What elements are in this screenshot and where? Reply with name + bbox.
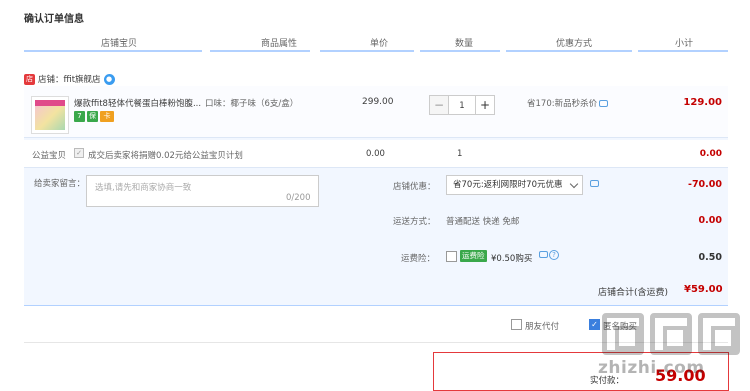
coupon-label: 店铺优惠： xyxy=(393,182,436,192)
friend-pay-checkbox[interactable] xyxy=(511,319,522,330)
charity-label: 公益宝贝 xyxy=(32,151,67,161)
column-header-subtotal: 小计 xyxy=(674,39,693,49)
item-row xyxy=(24,86,728,138)
help-icon[interactable]: ? xyxy=(549,250,559,260)
coupon-value: -70.00 xyxy=(688,179,722,190)
friend-pay-label: 朋友代付 xyxy=(525,322,560,332)
header-divider xyxy=(210,50,310,52)
insurance-badge: 运费险 xyxy=(460,250,487,262)
charity-subtotal: 0.00 xyxy=(699,149,722,159)
quantity-stepper: − 1 + xyxy=(429,95,495,115)
unit-price: 299.00 xyxy=(362,97,394,107)
column-header-row: 店铺宝贝 商品属性 单价 数量 优惠方式 小计 xyxy=(24,36,728,50)
shop-name[interactable]: 店铺：ffit旗舰店 xyxy=(38,73,101,85)
insurance-value: 0.50 xyxy=(698,252,722,263)
product-attribute: 口味：椰子味（6支/盒） xyxy=(205,99,299,109)
header-divider xyxy=(420,50,500,52)
site-watermark xyxy=(596,305,746,391)
insurance-price: ¥0.50购买 xyxy=(491,254,533,264)
watermark-glyph xyxy=(602,313,644,355)
watermark-text: zhizhi.com xyxy=(598,358,705,378)
product-image-band xyxy=(35,100,65,106)
charity-price: 0.00 xyxy=(366,149,385,159)
column-header-price: 单价 xyxy=(369,39,388,49)
header-divider xyxy=(320,50,414,52)
charity-quantity: 1 xyxy=(457,149,463,159)
product-thumbnail[interactable] xyxy=(31,96,69,134)
column-header-attribute: 商品属性 xyxy=(260,39,297,49)
coupon-selected-value: 省70元:返利网限时70元优惠 xyxy=(453,180,563,190)
insurance-comment-icon[interactable] xyxy=(539,251,548,258)
guarantee-icon[interactable]: 保 xyxy=(87,111,98,122)
discount-text: 省170:新品秒杀价 xyxy=(527,99,598,109)
credit-card-icon[interactable]: 卡 xyxy=(100,111,114,122)
quantity-input[interactable]: 1 xyxy=(449,95,475,115)
watermark-glyph xyxy=(698,313,740,355)
message-char-count: 0/200 xyxy=(286,193,311,203)
discount-info: 省170:新品秒杀价 xyxy=(527,97,609,109)
shipping-label: 运送方式： xyxy=(393,217,436,227)
seven-day-return-icon[interactable]: 7 xyxy=(74,111,85,122)
column-header-discount: 优惠方式 xyxy=(555,39,592,49)
header-divider xyxy=(506,50,632,52)
shop-total-value: ¥59.00 xyxy=(684,284,723,295)
header-divider xyxy=(638,50,728,52)
insurance-label: 运费险： xyxy=(401,254,436,264)
page-title: 确认订单信息 xyxy=(24,14,84,25)
charity-checkbox: ✓ xyxy=(74,148,84,158)
charity-text: 成交后卖家将捐赠0.02元给公益宝贝计划 xyxy=(88,151,243,161)
shipping-value: 0.00 xyxy=(698,215,722,226)
wangwang-chat-icon[interactable]: ● xyxy=(103,73,115,85)
column-header-quantity: 数量 xyxy=(454,39,473,49)
shop-line: 店 店铺：ffit旗舰店 ● xyxy=(24,72,115,86)
shipping-method: 普通配送 快递 免邮 xyxy=(446,217,520,227)
watermark-glyph xyxy=(650,313,692,355)
message-label: 给卖家留言： xyxy=(34,179,86,189)
coupon-comment-icon[interactable] xyxy=(590,180,599,187)
coupon-select[interactable]: 省70元:返利网限时70元优惠 xyxy=(446,175,583,195)
chevron-down-icon xyxy=(569,179,579,189)
decrease-quantity-button[interactable]: − xyxy=(429,95,449,115)
column-header-shop-item: 店铺宝贝 xyxy=(100,39,137,49)
message-placeholder: 选填,请先和商家协商一致 xyxy=(95,183,192,193)
comment-icon[interactable] xyxy=(599,100,609,107)
service-badges: 7 保 卡 xyxy=(74,111,114,122)
shop-total-label: 店铺合计(含运费) xyxy=(598,288,669,298)
insurance-checkbox[interactable] xyxy=(446,251,457,262)
shop-badge-icon: 店 xyxy=(24,73,35,85)
increase-quantity-button[interactable]: + xyxy=(475,95,495,115)
header-divider xyxy=(24,50,202,52)
item-subtotal: 129.00 xyxy=(683,97,722,108)
